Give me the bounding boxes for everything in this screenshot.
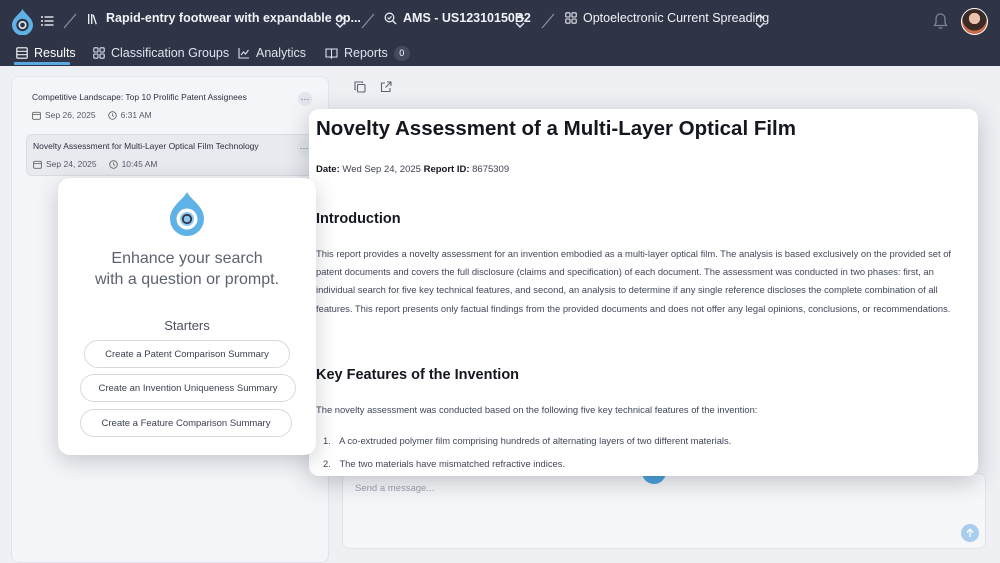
starter-patent-comparison-button[interactable]: Create a Patent Comparison Summary (84, 340, 290, 368)
menu-icon[interactable] (40, 14, 54, 28)
copy-icon[interactable] (354, 81, 366, 93)
table-icon (16, 47, 28, 59)
report-list-item-meta: Sep 26, 2025 6:31 AM (32, 110, 152, 120)
starter-prompt-card: Enhance your search with a question or p… (58, 178, 316, 455)
calendar-icon (33, 160, 42, 169)
list-item: 2. The two materials have mismatched ref… (323, 458, 565, 469)
date-label: Date: (316, 164, 340, 175)
section-heading-key-features: Key Features of the Invention (316, 367, 520, 383)
breadcrumb-project-label: Rapid-entry footwear with expandable op.… (106, 11, 361, 25)
grid-icon (565, 12, 577, 24)
assistant-logo-icon (170, 192, 204, 236)
chevron-up-down-icon[interactable] (754, 13, 766, 29)
send-button[interactable] (961, 524, 979, 542)
breadcrumb-classification-label: Optoelectronic Current Spreading (583, 11, 770, 25)
introduction-paragraph: This report provides a novelty assessmen… (316, 248, 952, 314)
report-id-label: Report ID: (423, 164, 470, 175)
breadcrumb-separator-icon (541, 13, 555, 29)
breadcrumb: Rapid-entry footwear with expandable op.… (0, 0, 1000, 42)
list-item-text: The two materials have mismatched refrac… (339, 458, 566, 469)
section-heading-introduction: Introduction (316, 211, 401, 227)
date-value: Wed Sep 24, 2025 (342, 164, 421, 175)
breadcrumb-patent-label: AMS - US12310150B2 (403, 11, 531, 25)
report-list-item-title: Competitive Landscape: Top 10 Prolific P… (32, 92, 247, 102)
report-viewer: Novelty Assessment of a Multi-Layer Opti… (309, 109, 978, 476)
tab-analytics[interactable]: Analytics (238, 44, 306, 62)
library-icon (88, 13, 97, 24)
app-logo-icon[interactable] (10, 8, 35, 35)
report-list-item-meta: Sep 24, 2025 10:45 AM (33, 159, 158, 169)
active-tab-indicator (14, 62, 70, 65)
tab-classification-groups[interactable]: Classification Groups (93, 44, 229, 62)
starters-heading: Starters (164, 318, 210, 333)
list-item-text: A co-extruded polymer film comprising hu… (339, 435, 732, 446)
top-bar: Rapid-entry footwear with expandable op.… (0, 0, 1000, 66)
tab-reports-label: Reports (344, 46, 388, 60)
starter-feature-comparison-button[interactable]: Create a Feature Comparison Summary (80, 409, 292, 437)
report-date: Sep 26, 2025 (45, 110, 96, 120)
tab-results-label: Results (34, 46, 76, 60)
breadcrumb-patent[interactable]: AMS - US12310150B2 (384, 11, 531, 25)
clock-icon (107, 110, 117, 120)
arrow-up-icon (966, 528, 974, 537)
report-list-item-selected[interactable]: Novelty Assessment for Multi-Layer Optic… (26, 134, 316, 176)
list-item: 1. A co-extruded polymer film comprising… (323, 435, 731, 446)
tab-results[interactable]: Results (16, 44, 76, 62)
tab-analytics-label: Analytics (256, 46, 307, 60)
more-options-icon[interactable]: ··· (298, 92, 312, 106)
report-time: 10:45 AM (121, 159, 158, 169)
report-meta: Date: Wed Sep 24, 2025 Report ID: 867530… (316, 164, 509, 175)
starter-message-line2: with a question or prompt. (94, 271, 280, 288)
report-id-value: 8675309 (472, 164, 510, 175)
chart-line-icon (238, 48, 249, 59)
calendar-icon (32, 111, 41, 120)
chevron-up-down-icon[interactable] (514, 13, 526, 29)
reports-count-badge: 0 (393, 45, 410, 61)
chevron-up-down-icon[interactable] (334, 13, 346, 29)
starter-invention-uniqueness-button[interactable]: Create an Invention Uniqueness Summary (80, 374, 296, 402)
message-composer[interactable]: Send a message... (342, 473, 986, 549)
report-title: Novelty Assessment of a Multi-Layer Opti… (316, 117, 796, 140)
report-list-item-title: Novelty Assessment for Multi-Layer Optic… (33, 141, 259, 151)
book-open-icon (325, 48, 338, 59)
list-item-number: 1. (323, 435, 331, 446)
avatar[interactable] (961, 8, 988, 35)
breadcrumb-classification[interactable]: Optoelectronic Current Spreading (565, 11, 769, 25)
report-time: 6:31 AM (120, 110, 152, 120)
key-features-intro: The novelty assessment was conducted bas… (316, 404, 758, 415)
tab-classification-groups-label: Classification Groups (111, 46, 230, 60)
breadcrumb-separator-icon (361, 13, 375, 29)
clock-icon (108, 159, 118, 169)
bell-icon[interactable] (932, 12, 949, 30)
search-check-icon (384, 12, 397, 24)
breadcrumb-project[interactable]: Rapid-entry footwear with expandable op.… (87, 11, 361, 25)
starter-message: Enhance your search with a question or p… (58, 248, 316, 290)
external-link-icon[interactable] (380, 81, 392, 93)
starter-message-line1: Enhance your search (111, 250, 263, 267)
report-date: Sep 24, 2025 (46, 159, 97, 169)
breadcrumb-separator-icon (63, 13, 77, 29)
message-input[interactable]: Send a message... (355, 483, 434, 494)
tab-bar: Results Classification Groups Analytics (0, 42, 1000, 66)
report-list-item[interactable]: Competitive Landscape: Top 10 Prolific P… (26, 86, 316, 128)
grid-icon (93, 47, 105, 59)
tab-reports[interactable]: Reports 0 (325, 44, 410, 62)
list-item-number: 2. (323, 458, 331, 469)
